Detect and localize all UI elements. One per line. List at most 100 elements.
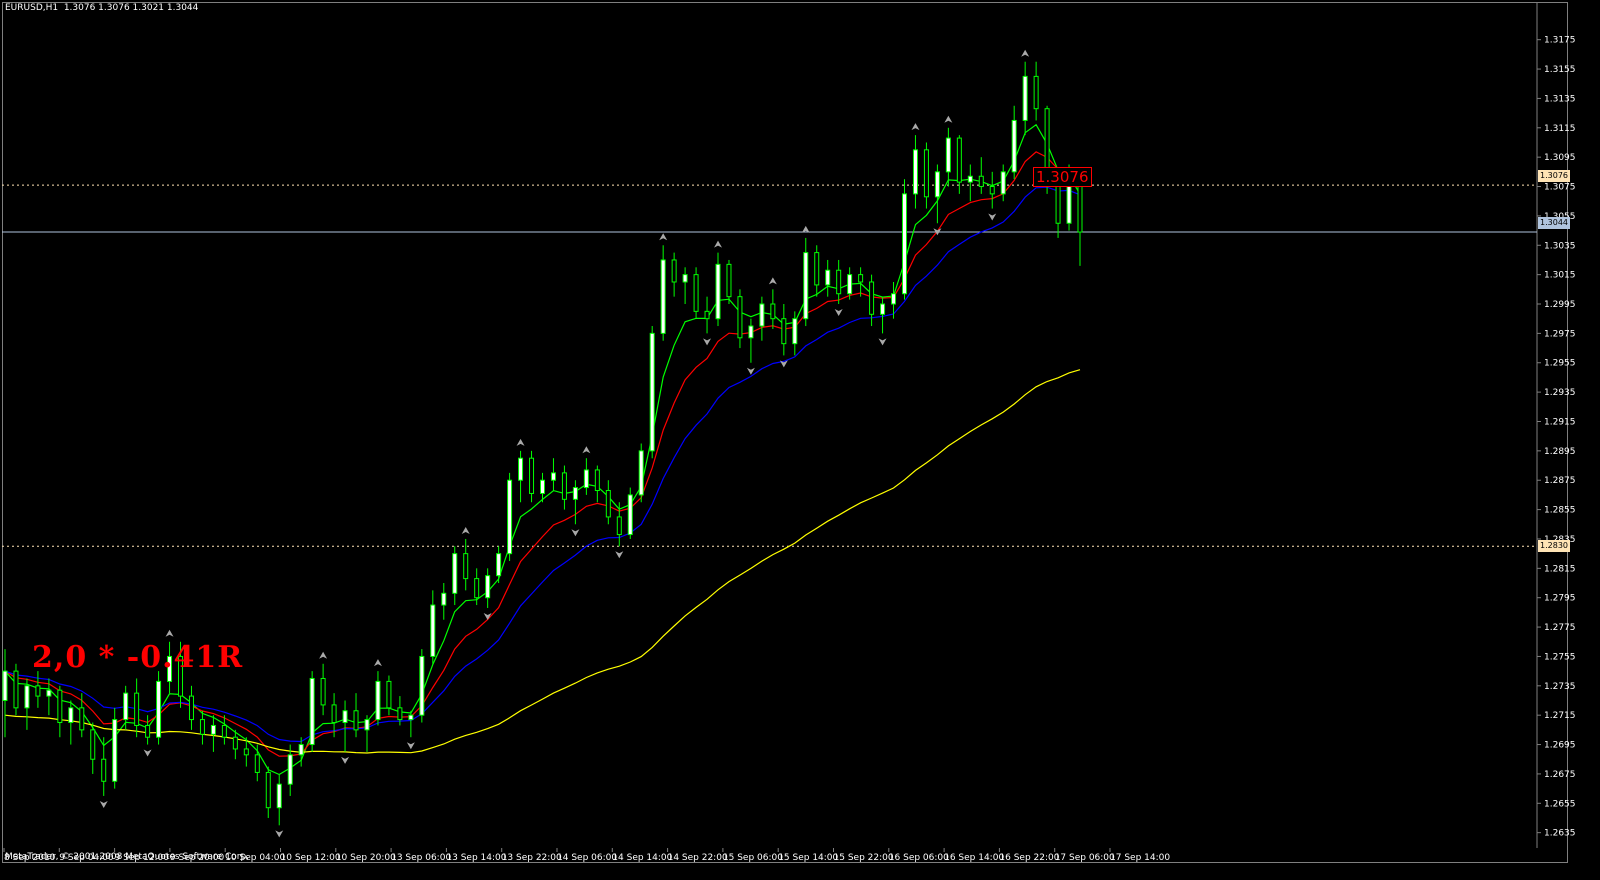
bull-candle (298, 744, 304, 756)
price-tag-lower-level: 1.2830 (1538, 540, 1570, 552)
price-tag-current-price: 1.3044 (1538, 217, 1570, 229)
price-axis-label: 1.2755 (1544, 652, 1576, 662)
bear-candle (923, 149, 929, 198)
time-axis-label: 15 Sep 22:00 (834, 853, 894, 863)
fractal-up-arrow (1021, 49, 1030, 57)
bull-candle (123, 692, 129, 721)
bear-candle (101, 758, 107, 782)
fractal-up-arrow (461, 526, 470, 534)
price-axis-label: 1.3035 (1544, 241, 1576, 251)
bear-candle (978, 175, 984, 188)
ma-long-line (4, 369, 1081, 754)
copyright-text: MetaTrader, © 2001-2008 MetaQuotes Softw… (5, 852, 250, 862)
bear-candle (145, 724, 151, 738)
bull-candle (364, 719, 370, 731)
bear-candle (474, 578, 480, 599)
ma-fast-line (4, 123, 1081, 776)
level-label-box: 1.3076 (1033, 167, 1092, 187)
bull-candle (287, 754, 293, 785)
fractal-down-arrow (834, 309, 843, 317)
bull-candle (2, 670, 8, 701)
bull-candle (825, 269, 831, 286)
price-axis-label: 1.3095 (1544, 153, 1576, 163)
time-axis-label: 14 Sep 14:00 (612, 853, 672, 863)
bull-candle (627, 494, 633, 536)
fractal-down-arrow (275, 830, 284, 838)
symbol-ohlc-header: EURUSD,H1 1.3076 1.3076 1.3021 1.3044 (5, 3, 199, 13)
bear-candle (956, 137, 962, 183)
bear-candle (463, 553, 469, 580)
bear-candle (397, 707, 403, 721)
bull-candle (572, 487, 578, 500)
bear-candle (79, 707, 85, 731)
bull-candle (496, 553, 502, 577)
price-axis-label: 1.2875 (1544, 476, 1576, 486)
bull-candle (419, 655, 425, 716)
bull-candle (485, 575, 491, 599)
price-chart[interactable]: 1.31751.31551.31351.31151.30951.30751.30… (0, 0, 1600, 880)
price-axis-label: 1.2895 (1544, 447, 1576, 457)
fractal-down-arrow (988, 213, 997, 221)
bull-candle (682, 274, 688, 283)
bear-candle (265, 771, 271, 809)
price-axis-label: 1.3175 (1544, 36, 1576, 46)
bull-candle (934, 171, 940, 198)
price-axis-label: 1.3075 (1544, 183, 1576, 193)
bear-candle (320, 677, 326, 706)
bear-candle (814, 252, 820, 286)
fractal-down-arrow (341, 756, 350, 764)
fractal-down-arrow (878, 338, 887, 346)
time-axis-label: 15 Sep 14:00 (778, 853, 838, 863)
bear-candle (1033, 75, 1039, 110)
bull-candle (540, 479, 545, 494)
bear-candle (90, 729, 96, 760)
fractal-up-arrow (768, 277, 777, 285)
fractal-up-arrow (944, 115, 953, 123)
time-axis-label: 13 Sep 14:00 (446, 853, 506, 863)
time-axis-label: 16 Sep 06:00 (889, 853, 949, 863)
price-axis-label: 1.2635 (1544, 829, 1576, 839)
price-axis-label: 1.2955 (1544, 359, 1576, 369)
price-axis-label: 1.2995 (1544, 300, 1576, 310)
price-axis-label: 1.2735 (1544, 682, 1576, 692)
fractal-up-arrow (373, 659, 382, 667)
bear-candle (35, 685, 41, 697)
time-axis-label: 13 Sep 06:00 (391, 853, 451, 863)
bear-candle (616, 516, 622, 536)
bull-candle (1000, 171, 1006, 195)
bear-candle (726, 263, 732, 298)
time-axis-label: 16 Sep 22:00 (999, 853, 1059, 863)
time-axis-label: 17 Sep 06:00 (1055, 853, 1115, 863)
fractal-down-arrow (99, 800, 108, 808)
price-axis-label: 1.2715 (1544, 711, 1576, 721)
bear-candle (605, 490, 611, 518)
bear-candle (1077, 184, 1083, 233)
price-axis-label: 1.2935 (1544, 388, 1576, 398)
bull-candle (759, 303, 765, 327)
chart-window[interactable]: 1.3175 1.3155 1.3135 1.3115 1.3095 1.3075 1.30… (0, 0, 1600, 880)
price-axis-label: 1.2695 (1544, 741, 1576, 751)
bear-candle (770, 303, 776, 320)
bull-candle (748, 325, 754, 339)
bear-candle (232, 736, 238, 750)
fractal-down-arrow (143, 749, 152, 757)
bear-candle (199, 719, 205, 735)
bull-candle (912, 149, 918, 195)
bull-candle (309, 677, 315, 746)
fractal-down-arrow (615, 551, 624, 559)
bear-candle (57, 689, 63, 724)
bear-candle (529, 457, 535, 494)
time-axis-label: 16 Sep 14:00 (944, 853, 1004, 863)
bull-candle (342, 710, 348, 724)
price-tag-upper-level: 1.3076 (1538, 170, 1570, 182)
price-axis-label: 1.2815 (1544, 564, 1576, 574)
fractal-down-arrow (571, 529, 580, 537)
bull-candle (430, 604, 436, 657)
bear-candle (561, 472, 567, 500)
bull-candle (112, 719, 118, 782)
fractal-up-arrow (659, 233, 668, 241)
bull-candle (945, 137, 951, 173)
bull-candle (518, 457, 524, 481)
bear-candle (134, 692, 140, 726)
price-axis-label: 1.2775 (1544, 623, 1576, 633)
